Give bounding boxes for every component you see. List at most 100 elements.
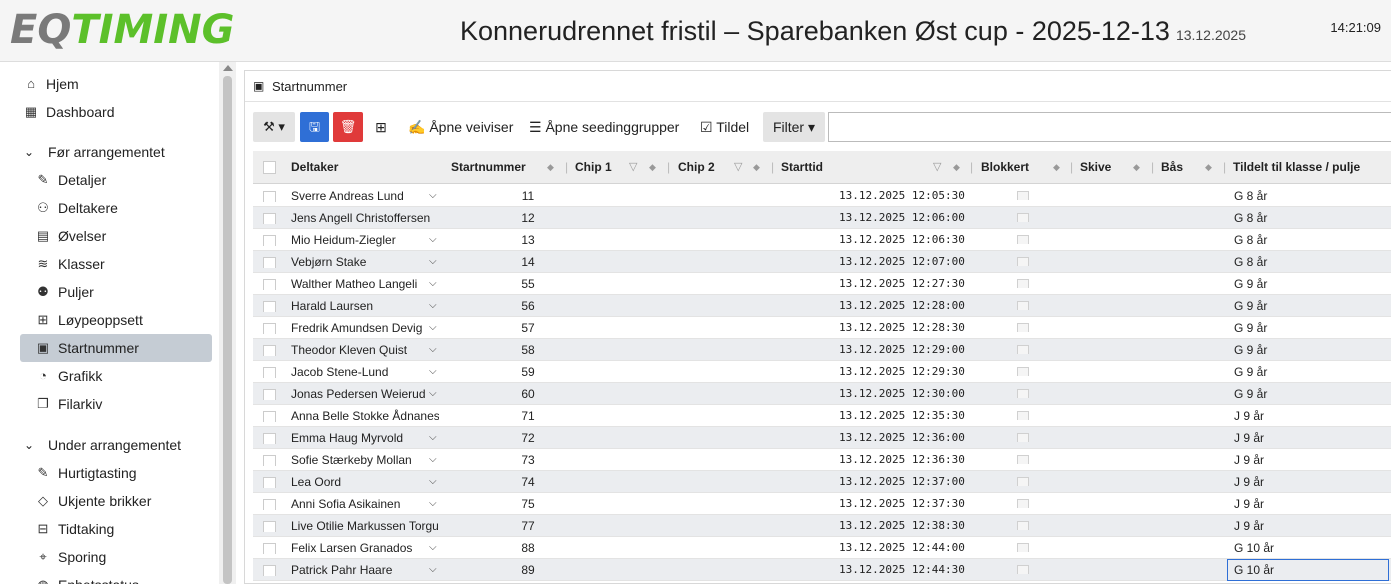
sidebar-group-during-event[interactable]: ⌄ Under arrangementet [20,431,212,459]
participant-name[interactable]: Vebjørn Stake [291,251,439,273]
table-row[interactable]: Theodor Kleven Quist ⌵ 58 13.12.2025 12:29:… [253,339,1391,361]
chevron-down-icon[interactable]: ⌵ [429,185,441,207]
table-row[interactable]: Harald Laursen ⌵ 56 13.12.2025 12:28:00 G 9 … [253,295,1391,317]
sidebar-item-events[interactable]: ▤ Øvelser [20,222,212,250]
participant-name[interactable]: Patrick Pahr Haare [291,559,439,581]
bib-number[interactable]: 73 [503,449,553,471]
blocked-checkbox[interactable] [1017,430,1029,442]
chevron-down-icon[interactable]: ⌵ [429,295,441,317]
start-time[interactable]: 13.12.2025 12:36:30 [839,449,965,471]
participant-name[interactable]: Emma Haug Myrvold [291,427,439,449]
blocked-checkbox[interactable] [1017,232,1029,244]
assigned-class-cell[interactable]: G 10 år [1234,537,1384,559]
blocked-checkbox[interactable] [1017,276,1029,288]
chevron-down-icon[interactable]: ⌵ [429,339,441,361]
start-time[interactable]: 13.12.2025 12:37:30 [839,493,965,515]
table-row[interactable]: Mio Heidum-Ziegler ⌵ 13 13.12.2025 12:06:30… [253,229,1391,251]
filter-search-input[interactable] [828,112,1391,142]
blocked-checkbox[interactable] [1017,298,1029,310]
assigned-class-cell[interactable]: G 10 år [1227,559,1389,581]
bib-number[interactable]: 12 [503,207,553,229]
row-checkbox[interactable] [263,277,276,290]
chevron-down-icon[interactable]: ⌵ [429,273,441,295]
row-checkbox[interactable] [263,475,276,488]
row-checkbox[interactable] [263,453,276,466]
blocked-checkbox[interactable] [1017,452,1029,464]
bib-number[interactable]: 75 [503,493,553,515]
bib-number[interactable]: 74 [503,471,553,493]
start-time[interactable]: 13.12.2025 12:44:30 [839,559,965,581]
blocked-checkbox[interactable] [1017,408,1029,420]
assigned-class-cell[interactable]: G 9 år [1234,361,1384,383]
assigned-class-cell[interactable]: G 8 år [1234,251,1384,273]
participant-name[interactable]: Felix Larsen Granados [291,537,439,559]
tools-dropdown-button[interactable]: ⚒ ▾ [253,112,295,142]
sidebar-item-course-setup[interactable]: ⊞ Løypeoppsett [20,306,212,334]
col-start-time[interactable]: Starttid [781,151,823,184]
assigned-class-cell[interactable]: J 9 år [1234,427,1384,449]
save-button[interactable]: 🖫 [300,112,329,142]
assigned-class-cell[interactable]: J 9 år [1234,493,1384,515]
chevron-down-icon[interactable]: ⌵ [429,427,441,449]
open-wizard-button[interactable]: ✍ Åpne veiviser [408,112,513,142]
start-time[interactable]: 13.12.2025 12:35:30 [839,405,965,427]
chevron-down-icon[interactable]: ⌵ [429,493,441,515]
table-row[interactable]: Emma Haug Myrvold ⌵ 72 13.12.2025 12:36:00 J… [253,427,1391,449]
participant-name[interactable]: Jens Angell Christoffersen [291,207,439,229]
blocked-checkbox[interactable] [1017,364,1029,376]
sidebar-item-timing[interactable]: ⊟ Tidtaking [20,515,212,543]
row-checkbox[interactable] [263,497,276,510]
participant-name[interactable]: Anni Sofia Asikainen [291,493,439,515]
blocked-checkbox[interactable] [1017,474,1029,486]
chevron-down-icon[interactable]: ⌵ [429,559,441,581]
assigned-class-cell[interactable]: G 9 år [1234,317,1384,339]
participant-name[interactable]: Sverre Andreas Lund [291,185,439,207]
blocked-checkbox[interactable] [1017,320,1029,332]
bib-number[interactable]: 58 [503,339,553,361]
assigned-class-cell[interactable]: G 8 år [1234,207,1384,229]
blocked-checkbox[interactable] [1017,188,1029,200]
participant-name[interactable]: Walther Matheo Langeli [291,273,439,295]
qr-button[interactable]: ⊞ [371,112,391,142]
col-chip1[interactable]: Chip 1 [575,151,612,184]
sidebar-group-before-event[interactable]: ⌄ Før arrangementet [20,138,212,166]
eqtiming-logo[interactable]: EQTIMING [10,8,235,52]
bib-number[interactable]: 60 [503,383,553,405]
table-row[interactable]: Walther Matheo Langeli ⌵ 55 13.12.2025 12:2… [253,273,1391,295]
sidebar-item-file-archive[interactable]: ❐ Filarkiv [20,390,212,418]
start-time[interactable]: 13.12.2025 12:28:30 [839,317,965,339]
chevron-down-icon[interactable]: ⌵ [429,537,441,559]
start-time[interactable]: 13.12.2025 12:37:00 [839,471,965,493]
chevron-down-icon[interactable]: ⌵ [429,317,441,339]
table-row[interactable]: Live Otilie Markussen Torgu 77 13.12.2025 … [253,515,1391,537]
start-time[interactable]: 13.12.2025 12:27:30 [839,273,965,295]
blocked-checkbox[interactable] [1017,562,1029,574]
scrollbar-thumb[interactable] [223,76,232,584]
sidebar-item-dashboard[interactable]: ▦ Dashboard [20,98,212,126]
sidebar-scrollbar[interactable] [219,62,236,584]
sidebar-item-startnumbers[interactable]: ▣ Startnummer [20,334,212,362]
sidebar-item-details[interactable]: ✎ Detaljer [20,166,212,194]
assigned-class-cell[interactable]: J 9 år [1234,515,1384,537]
filter-dropdown-button[interactable]: Filter ▾ [763,112,825,142]
bib-number[interactable]: 89 [503,559,553,581]
assigned-class-cell[interactable]: J 9 år [1234,405,1384,427]
blocked-checkbox[interactable] [1017,386,1029,398]
start-time[interactable]: 13.12.2025 12:44:00 [839,537,965,559]
sidebar-item-tracking[interactable]: ⌖ Sporing [20,543,212,571]
blocked-checkbox[interactable] [1017,540,1029,552]
row-checkbox[interactable] [263,189,276,202]
row-checkbox[interactable] [263,431,276,444]
row-checkbox[interactable] [263,255,276,268]
sidebar-item-participants[interactable]: ⚇ Deltakere [20,194,212,222]
blocked-checkbox[interactable] [1017,254,1029,266]
start-time[interactable]: 13.12.2025 12:30:00 [839,383,965,405]
sidebar-item-quick-entry[interactable]: ✎ Hurtigtasting [20,459,212,487]
row-checkbox[interactable] [263,541,276,554]
delete-button[interactable]: 🗑 [333,112,363,142]
chevron-down-icon[interactable]: ⌵ [429,449,441,471]
chevron-down-icon[interactable]: ⌵ [429,383,441,405]
assigned-class-cell[interactable]: G 9 år [1234,295,1384,317]
row-checkbox[interactable] [263,365,276,378]
table-row[interactable]: Sofie Stærkeby Mollan ⌵ 73 13.12.2025 12:36… [253,449,1391,471]
